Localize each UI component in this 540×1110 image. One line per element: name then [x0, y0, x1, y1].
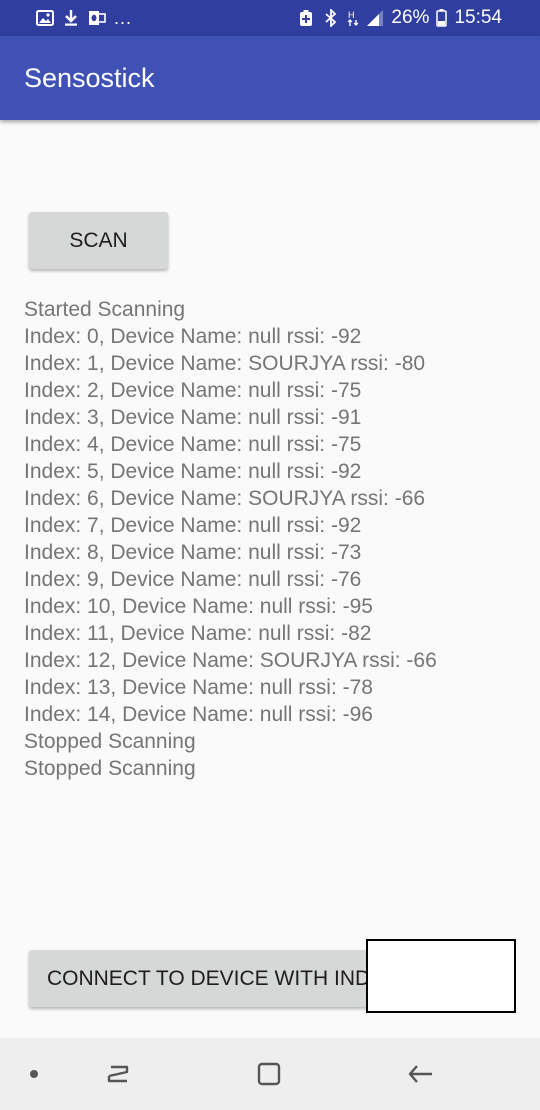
- log-line: Index: 1, Device Name: SOURJYA rssi: -80: [24, 352, 426, 375]
- log-line: Index: 4, Device Name: null rssi: -75: [24, 433, 362, 456]
- back-icon[interactable]: [402, 1056, 438, 1092]
- log-line: Index: 13, Device Name: null rssi: -78: [24, 676, 373, 699]
- log-line: Index: 7, Device Name: null rssi: -92: [24, 514, 362, 537]
- log-line: Index: 3, Device Name: null rssi: -91: [24, 406, 362, 429]
- status-left-icons: ...: [36, 6, 132, 30]
- device-index-input[interactable]: [366, 939, 516, 1013]
- log-line: Index: 11, Device Name: null rssi: -82: [24, 622, 372, 645]
- app-title: Sensostick: [24, 63, 155, 93]
- battery-saver-icon: [297, 9, 315, 27]
- gallery-icon: [36, 9, 54, 27]
- svg-text:H: H: [348, 10, 355, 20]
- log-line: Index: 0, Device Name: null rssi: -92: [24, 325, 362, 348]
- clock: 15:54: [454, 7, 502, 28]
- scan-log: Started Scanning Index: 0, Device Name: n…: [24, 296, 524, 782]
- log-line: Index: 6, Device Name: SOURJYA rssi: -66: [24, 487, 426, 510]
- log-line: Index: 12, Device Name: SOURJYA rssi: -6…: [24, 649, 437, 672]
- navigation-bar: [0, 1038, 540, 1110]
- log-line: Stopped Scanning: [24, 757, 196, 780]
- battery-icon: [436, 9, 448, 27]
- network-h-icon: H: [347, 9, 359, 27]
- battery-percent: 26%: [391, 7, 430, 28]
- log-line: Started Scanning: [24, 298, 186, 321]
- log-line: Index: 5, Device Name: null rssi: -92: [24, 460, 362, 483]
- outlook-icon: [88, 9, 106, 27]
- log-line: Index: 2, Device Name: null rssi: -75: [24, 379, 362, 402]
- status-right-icons: H 26% 15:54: [297, 6, 502, 30]
- scan-button[interactable]: SCAN: [29, 212, 168, 269]
- status-bar: ... H 26% 15:54: [0, 0, 540, 36]
- log-line: Index: 9, Device Name: null rssi: -76: [24, 568, 362, 591]
- home-icon[interactable]: [251, 1056, 287, 1092]
- bluetooth-icon: [322, 9, 340, 27]
- log-line: Index: 8, Device Name: null rssi: -73: [24, 541, 362, 564]
- overflow-dots: ...: [114, 8, 133, 28]
- download-icon: [62, 9, 80, 27]
- recent-apps-icon[interactable]: [100, 1056, 136, 1092]
- signal-icon: [366, 9, 384, 27]
- log-line: Index: 10, Device Name: null rssi: -95: [24, 595, 373, 618]
- dot-icon: [16, 1056, 52, 1092]
- app-bar: Sensostick: [0, 36, 540, 120]
- connect-button[interactable]: CONNECT TO DEVICE WITH INDEX:: [29, 950, 422, 1007]
- log-line: Stopped Scanning: [24, 730, 196, 753]
- log-line: Index: 14, Device Name: null rssi: -96: [24, 703, 373, 726]
